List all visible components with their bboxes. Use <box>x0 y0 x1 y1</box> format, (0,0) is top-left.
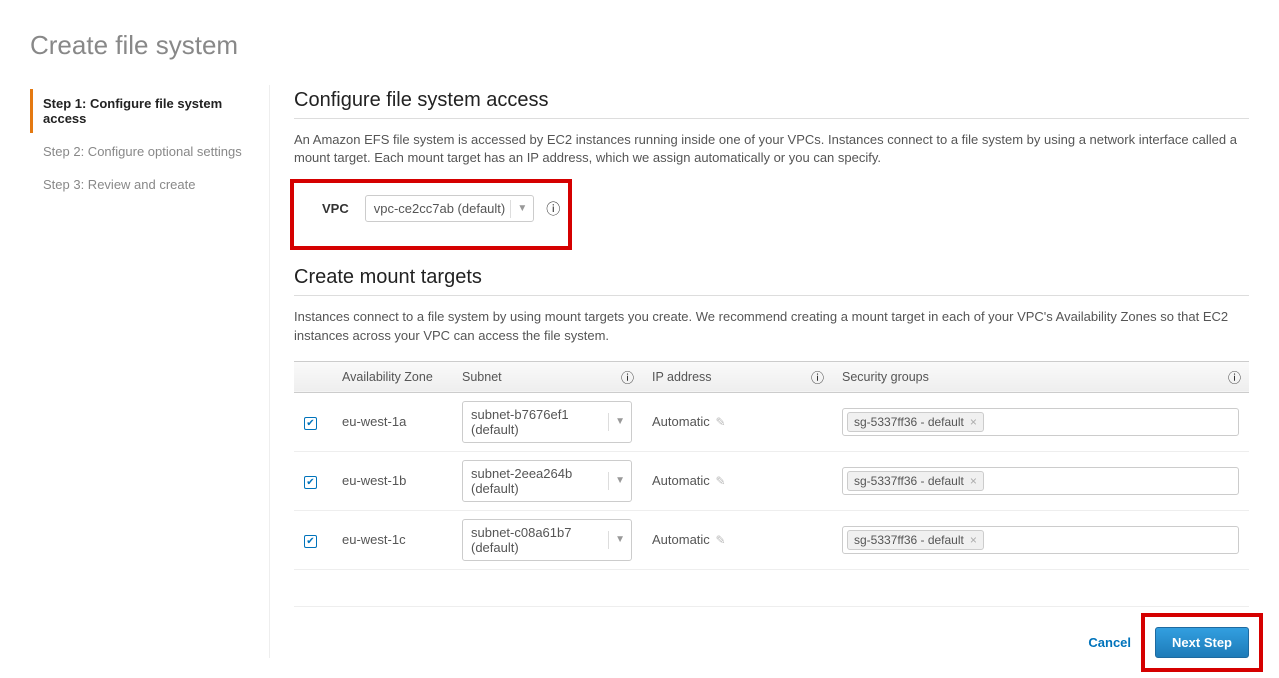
next-step-button[interactable]: Next Step <box>1155 627 1249 658</box>
cancel-button[interactable]: Cancel <box>1076 627 1143 658</box>
security-group-tag: sg-5337ff36 - default × <box>847 412 984 432</box>
subnet-select[interactable]: subnet-c08a61b7 (default) ▼ <box>462 519 632 561</box>
subnet-select-value: subnet-b7676ef1 (default) <box>471 407 569 437</box>
footer-actions: Cancel Next Step <box>294 606 1249 658</box>
divider <box>294 295 1249 296</box>
pencil-icon[interactable]: ✎ <box>715 474 725 488</box>
section-mount-desc: Instances connect to a file system by us… <box>294 308 1249 344</box>
vpc-label: VPC <box>322 201 349 216</box>
subnet-select-value: subnet-c08a61b7 (default) <box>471 525 571 555</box>
ip-value: Automatic <box>652 414 710 429</box>
wizard-step-1[interactable]: Step 1: Configure file system access <box>30 89 261 133</box>
ip-value: Automatic <box>652 473 710 488</box>
security-group-tag: sg-5337ff36 - default × <box>847 471 984 491</box>
wizard-step-nav: Step 1: Configure file system access Ste… <box>30 85 270 658</box>
subnet-select-value: subnet-2eea264b (default) <box>471 466 572 496</box>
row-checkbox[interactable]: ✔ <box>304 417 317 430</box>
info-icon[interactable]: ⓘ <box>621 367 634 386</box>
col-header-subnet-label: Subnet <box>462 370 502 384</box>
wizard-step-3[interactable]: Step 3: Review and create <box>30 170 261 199</box>
subnet-select[interactable]: subnet-b7676ef1 (default) ▼ <box>462 401 632 443</box>
section-configure-title: Configure file system access <box>294 89 1249 112</box>
security-groups-input[interactable]: sg-5337ff36 - default × <box>842 526 1239 554</box>
security-group-tag-label: sg-5337ff36 - default <box>854 474 964 488</box>
security-group-tag-label: sg-5337ff36 - default <box>854 415 964 429</box>
col-header-checkbox <box>294 361 332 392</box>
security-groups-input[interactable]: sg-5337ff36 - default × <box>842 467 1239 495</box>
section-configure-desc: An Amazon EFS file system is accessed by… <box>294 131 1249 167</box>
info-icon[interactable]: ⓘ <box>546 199 560 219</box>
divider <box>294 118 1249 119</box>
chevron-down-icon: ▼ <box>608 413 625 431</box>
mount-targets-table: Availability Zone Subnet ⓘ IP address ⓘ … <box>294 361 1249 570</box>
pencil-icon[interactable]: ✎ <box>715 415 725 429</box>
table-row: ✔ eu-west-1a subnet-b7676ef1 (default) ▼… <box>294 392 1249 451</box>
cell-az: eu-west-1b <box>332 451 452 510</box>
col-header-sg: Security groups ⓘ <box>832 361 1249 392</box>
table-row: ✔ eu-west-1c subnet-c08a61b7 (default) ▼… <box>294 510 1249 569</box>
vpc-select[interactable]: vpc-ce2cc7ab (default) ▼ <box>365 195 535 222</box>
col-header-az: Availability Zone <box>332 361 452 392</box>
remove-tag-icon[interactable]: × <box>970 415 977 429</box>
cell-az: eu-west-1a <box>332 392 452 451</box>
ip-value: Automatic <box>652 532 710 547</box>
col-header-sg-label: Security groups <box>842 370 929 384</box>
security-group-tag: sg-5337ff36 - default × <box>847 530 984 550</box>
chevron-down-icon: ▼ <box>608 472 625 490</box>
vpc-select-value: vpc-ce2cc7ab (default) <box>374 201 506 216</box>
col-header-ip-label: IP address <box>652 370 712 384</box>
section-mount-title: Create mount targets <box>294 266 1249 289</box>
table-row: ✔ eu-west-1b subnet-2eea264b (default) ▼… <box>294 451 1249 510</box>
page-title: Create file system <box>30 30 1249 61</box>
info-icon[interactable]: ⓘ <box>1228 367 1241 386</box>
wizard-step-2[interactable]: Step 2: Configure optional settings <box>30 137 261 166</box>
pencil-icon[interactable]: ✎ <box>715 533 725 547</box>
col-header-subnet: Subnet ⓘ <box>452 361 642 392</box>
remove-tag-icon[interactable]: × <box>970 474 977 488</box>
col-header-ip: IP address ⓘ <box>642 361 832 392</box>
chevron-down-icon: ▼ <box>608 531 625 549</box>
remove-tag-icon[interactable]: × <box>970 533 977 547</box>
chevron-down-icon: ▼ <box>510 200 527 218</box>
cell-az: eu-west-1c <box>332 510 452 569</box>
security-group-tag-label: sg-5337ff36 - default <box>854 533 964 547</box>
row-checkbox[interactable]: ✔ <box>304 535 317 548</box>
subnet-select[interactable]: subnet-2eea264b (default) ▼ <box>462 460 632 502</box>
info-icon[interactable]: ⓘ <box>811 367 824 386</box>
row-checkbox[interactable]: ✔ <box>304 476 317 489</box>
security-groups-input[interactable]: sg-5337ff36 - default × <box>842 408 1239 436</box>
